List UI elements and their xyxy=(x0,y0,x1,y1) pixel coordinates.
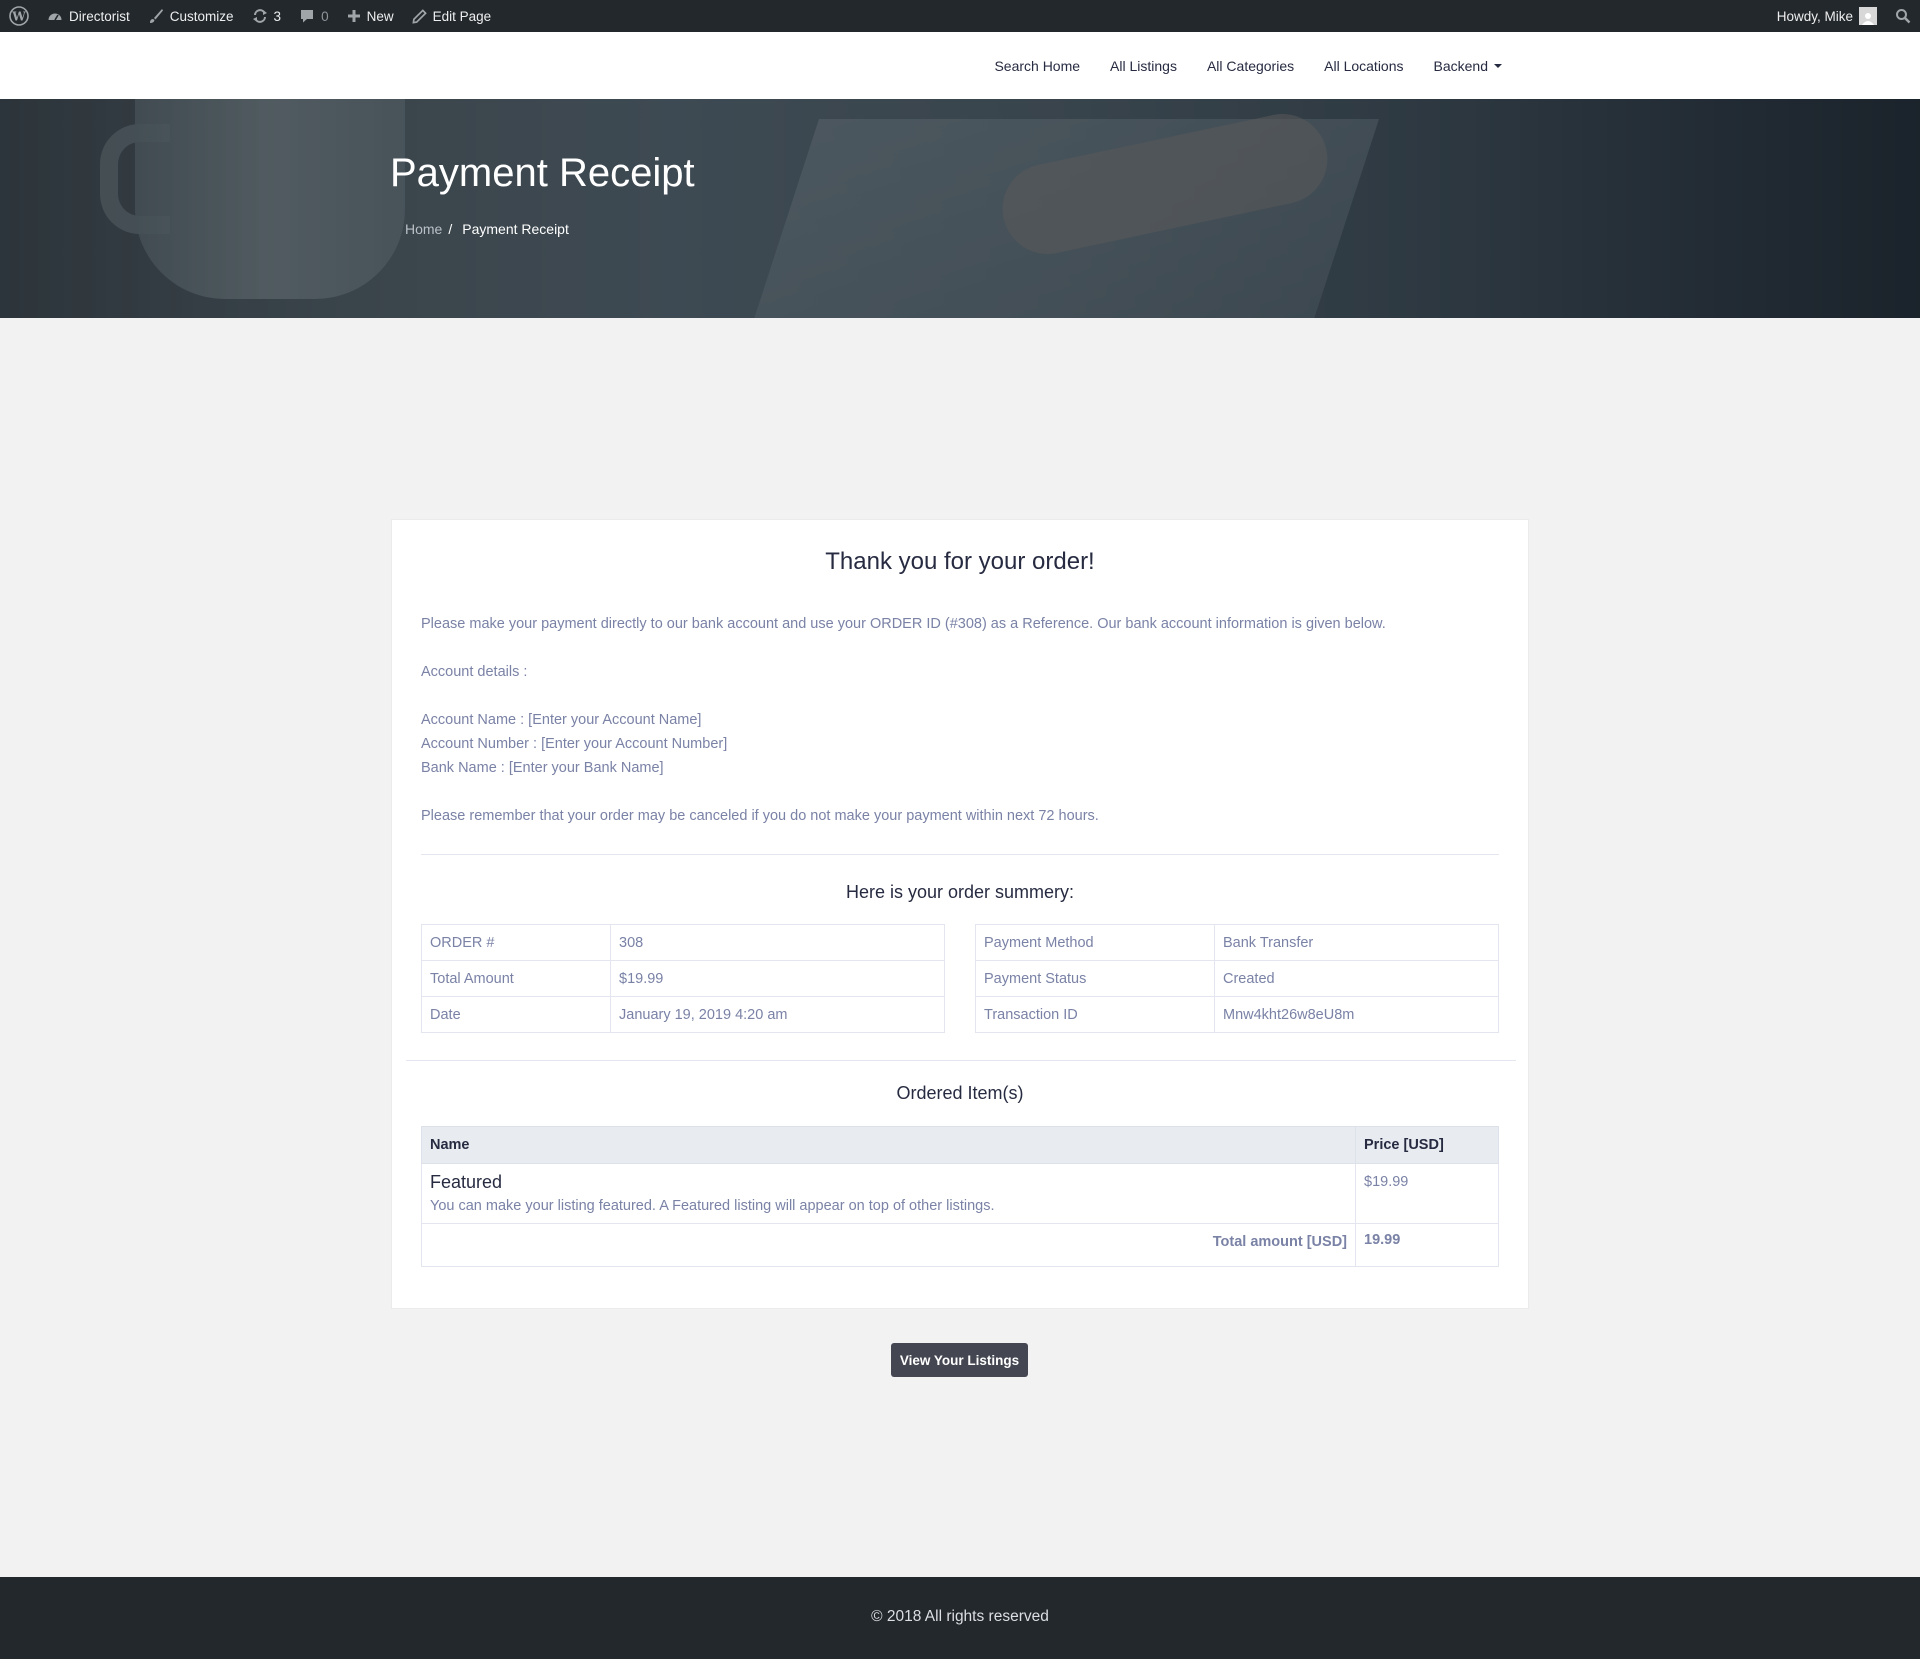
divider xyxy=(406,1060,1516,1061)
plus-icon xyxy=(347,10,360,22)
transaction-id-value: Mnw4kht26w8eU8m xyxy=(1214,996,1499,1033)
new-label: New xyxy=(366,8,394,24)
table-total-row: Total amount [USD] 19.99 xyxy=(421,1223,1499,1267)
divider xyxy=(421,854,1499,855)
nav-item-search-home[interactable]: Search Home xyxy=(994,58,1080,74)
table-row: Total Amount $19.99 xyxy=(421,960,945,997)
updates-icon xyxy=(252,9,267,23)
table-header-row: Name Price [USD] xyxy=(421,1126,1499,1164)
payment-status-label: Payment Status xyxy=(975,960,1215,997)
breadcrumb-separator: / xyxy=(448,221,453,237)
nav-item-backend-label: Backend xyxy=(1433,57,1488,74)
ordered-items-title: Ordered Item(s) xyxy=(896,1083,1024,1103)
hero-overlay xyxy=(0,99,1920,318)
receipt-title: Thank you for your order! xyxy=(825,548,1095,575)
total-amount-label: Total Amount xyxy=(421,960,611,997)
copyright-text: © 2018 All rights reserved xyxy=(871,1608,1049,1625)
howdy-label: Howdy, Mike xyxy=(1776,8,1853,24)
order-summary-table-left: ORDER # 308 Total Amount $19.99 Date Jan… xyxy=(421,924,945,1033)
brush-icon xyxy=(149,9,163,23)
price-column-header: Price [USD] xyxy=(1355,1126,1499,1164)
breadcrumb: Home / Payment Receipt xyxy=(405,221,569,237)
comments-count: 0 xyxy=(321,8,329,24)
table-row: Transaction ID Mnw4kht26w8eU8m xyxy=(975,996,1499,1033)
order-number-label: ORDER # xyxy=(421,924,611,961)
user-avatar-icon xyxy=(1862,13,1874,25)
table-row: Date January 19, 2019 4:20 am xyxy=(421,996,945,1033)
comment-icon xyxy=(301,10,314,23)
total-amount-usd-label: Total amount [USD] xyxy=(421,1223,1356,1267)
customize-link[interactable]: Customize xyxy=(139,0,243,32)
updates-count: 3 xyxy=(273,8,282,24)
account-number: Account Number : [Enter your Account Num… xyxy=(421,736,728,752)
table-row: ORDER # 308 xyxy=(421,924,945,961)
table-row: Payment Status Created xyxy=(975,960,1499,997)
item-cell: Featured You can make your listing featu… xyxy=(421,1163,1356,1224)
admin-search-button[interactable] xyxy=(1886,0,1920,32)
item-price: $19.99 xyxy=(1364,1174,1409,1190)
nav-item-all-listings[interactable]: All Listings xyxy=(1110,58,1177,74)
table-row: Featured You can make your listing featu… xyxy=(421,1163,1499,1224)
edit-page-label: Edit Page xyxy=(432,8,492,24)
pencil-icon xyxy=(412,8,427,24)
nav-item-all-categories[interactable]: All Categories xyxy=(1207,58,1294,74)
date-label: Date xyxy=(421,996,611,1033)
admin-bar: W Directorist Customize 3 0 New Edit Pag… xyxy=(0,0,1920,32)
bank-name: Bank Name : [Enter your Bank Name] xyxy=(421,760,664,776)
dashboard-icon xyxy=(48,13,62,21)
order-number-value: 308 xyxy=(610,924,945,961)
search-icon xyxy=(1896,9,1911,24)
edit-page-link[interactable]: Edit Page xyxy=(403,0,501,32)
new-content-menu[interactable]: New xyxy=(338,0,403,32)
table-row: Payment Method Bank Transfer xyxy=(975,924,1499,961)
total-amount-usd-value: 19.99 xyxy=(1355,1223,1499,1267)
updates-link[interactable]: 3 xyxy=(243,0,291,32)
transaction-id-label: Transaction ID xyxy=(975,996,1215,1033)
item-description: You can make your listing featured. A Fe… xyxy=(430,1198,995,1214)
avatar xyxy=(1859,7,1877,25)
site-name-label: Directorist xyxy=(69,8,130,24)
view-your-listings-button[interactable]: View Your Listings xyxy=(891,1343,1028,1377)
comments-link[interactable]: 0 xyxy=(290,0,338,32)
nav-item-all-locations[interactable]: All Locations xyxy=(1324,58,1403,74)
item-name: Featured xyxy=(430,1172,503,1192)
customize-label: Customize xyxy=(169,8,234,24)
payment-instructions: Please make your payment directly to our… xyxy=(421,616,1386,632)
svg-text:W: W xyxy=(11,10,26,24)
order-summary-table-right: Payment Method Bank Transfer Payment Sta… xyxy=(975,924,1499,1033)
site-name-menu[interactable]: Directorist xyxy=(38,0,139,32)
date-value: January 19, 2019 4:20 am xyxy=(610,996,945,1033)
nav-item-backend[interactable]: Backend xyxy=(1434,58,1502,74)
my-account-menu[interactable]: Howdy, Mike xyxy=(1768,0,1886,32)
payment-method-label: Payment Method xyxy=(975,924,1215,961)
breadcrumb-home-link[interactable]: Home xyxy=(405,221,442,237)
name-column-header: Name xyxy=(421,1126,1356,1164)
breadcrumb-current: Payment Receipt xyxy=(462,221,569,237)
site-header: Search Home All Listings All Categories … xyxy=(0,32,1920,99)
cancellation-notice: Please remember that your order may be c… xyxy=(421,808,1099,824)
payment-method-value: Bank Transfer xyxy=(1214,924,1499,961)
hero-banner: Payment Receipt Home / Payment Receipt xyxy=(0,99,1920,318)
caret-down-icon xyxy=(1494,63,1502,68)
ordered-items-table: Name Price [USD] Featured You can make y… xyxy=(421,1126,1499,1267)
wordpress-icon: W xyxy=(9,6,29,26)
account-name: Account Name : [Enter your Account Name] xyxy=(421,712,702,728)
order-summary-title: Here is your order summery: xyxy=(845,882,1075,902)
site-footer: © 2018 All rights reserved xyxy=(0,1577,1920,1659)
total-amount-value: $19.99 xyxy=(610,960,945,997)
page-title: Payment Receipt xyxy=(390,151,695,195)
wordpress-logo-button[interactable]: W xyxy=(0,0,38,32)
account-details-heading: Account details : xyxy=(421,664,528,680)
main-navigation: Search Home All Listings All Categories … xyxy=(964,32,1502,99)
payment-status-value: Created xyxy=(1214,960,1499,997)
item-price-cell: $19.99 xyxy=(1355,1163,1499,1224)
receipt-card: Thank you for your order! Please make yo… xyxy=(391,519,1529,1309)
